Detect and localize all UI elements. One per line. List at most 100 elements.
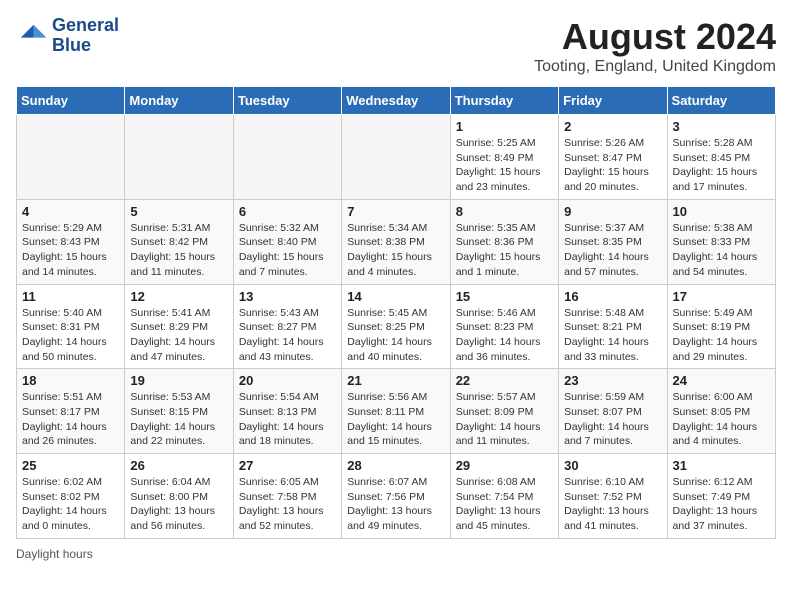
calendar-cell: 2 Sunrise: 5:26 AMSunset: 8:47 PMDaylight…	[559, 115, 667, 200]
calendar-cell: 23 Sunrise: 5:59 AMSunset: 8:07 PMDayligh…	[559, 369, 667, 454]
calendar-cell: 17Sunrise: 5:49 AMSunset: 8:19 PMDayligh…	[667, 284, 775, 369]
calendar-cell: 9Sunrise: 5:37 AMSunset: 8:35 PMDaylight…	[559, 199, 667, 284]
day-info: Sunrise: 5:53 AMSunset: 8:15 PMDaylight:…	[130, 390, 227, 449]
calendar-cell: 20 Sunrise: 5:54 AMSunset: 8:13 PMDayligh…	[233, 369, 341, 454]
page-header: General Blue August 2024 Tooting, Englan…	[16, 16, 776, 76]
day-info: Sunrise: 5:38 AMSunset: 8:33 PMDaylight:…	[673, 221, 770, 280]
day-info: Sunrise: 5:46 AMSunset: 8:23 PMDaylight:…	[456, 306, 553, 365]
day-number: 13	[239, 289, 336, 304]
day-number: 8	[456, 204, 553, 219]
calendar-week-3: 11Sunrise: 5:40 AMSunset: 8:31 PMDayligh…	[17, 284, 776, 369]
calendar-week-4: 18 Sunrise: 5:51 AMSunset: 8:17 PMDayligh…	[17, 369, 776, 454]
day-info: Sunrise: 5:28 AMSunset: 8:45 PMDaylight:…	[673, 136, 770, 195]
day-number: 21	[347, 373, 444, 388]
day-of-week-tuesday: Tuesday	[233, 87, 341, 115]
day-info: Sunrise: 6:08 AMSunset: 7:54 PMDaylight:…	[456, 475, 553, 534]
calendar-cell: 3 Sunrise: 5:28 AMSunset: 8:45 PMDaylight…	[667, 115, 775, 200]
day-number: 22	[456, 373, 553, 388]
day-info: Sunrise: 6:02 AMSunset: 8:02 PMDaylight:…	[22, 475, 119, 534]
calendar-cell	[17, 115, 125, 200]
day-number: 20	[239, 373, 336, 388]
calendar-cell: 18 Sunrise: 5:51 AMSunset: 8:17 PMDayligh…	[17, 369, 125, 454]
day-number: 30	[564, 458, 661, 473]
calendar-cell: 5Sunrise: 5:31 AMSunset: 8:42 PMDaylight…	[125, 199, 233, 284]
day-number: 29	[456, 458, 553, 473]
footer: Daylight hours	[16, 547, 776, 561]
day-number: 17	[673, 289, 770, 304]
calendar-cell: 22 Sunrise: 5:57 AMSunset: 8:09 PMDayligh…	[450, 369, 558, 454]
day-number: 16	[564, 289, 661, 304]
day-number: 27	[239, 458, 336, 473]
day-number: 19	[130, 373, 227, 388]
day-number: 2	[564, 119, 661, 134]
calendar-cell: 15 Sunrise: 5:46 AMSunset: 8:23 PMDayligh…	[450, 284, 558, 369]
footer-text: Daylight hours	[16, 547, 93, 561]
day-info: Sunrise: 5:40 AMSunset: 8:31 PMDaylight:…	[22, 306, 119, 365]
logo-icon	[16, 20, 48, 52]
title-block: August 2024 Tooting, England, United Kin…	[534, 16, 776, 76]
calendar-week-1: 1Sunrise: 5:25 AMSunset: 8:49 PMDaylight…	[17, 115, 776, 200]
calendar-week-2: 4 Sunrise: 5:29 AMSunset: 8:43 PMDaylight…	[17, 199, 776, 284]
day-info: Sunrise: 5:54 AMSunset: 8:13 PMDaylight:…	[239, 390, 336, 449]
day-of-week-monday: Monday	[125, 87, 233, 115]
day-info: Sunrise: 5:29 AMSunset: 8:43 PMDaylight:…	[22, 221, 119, 280]
calendar-cell: 21 Sunrise: 5:56 AMSunset: 8:11 PMDayligh…	[342, 369, 450, 454]
day-info: Sunrise: 6:05 AMSunset: 7:58 PMDaylight:…	[239, 475, 336, 534]
day-number: 9	[564, 204, 661, 219]
day-number: 7	[347, 204, 444, 219]
day-number: 15	[456, 289, 553, 304]
day-number: 28	[347, 458, 444, 473]
calendar-cell: 26 Sunrise: 6:04 AMSunset: 8:00 PMDayligh…	[125, 454, 233, 539]
calendar-cell: 7 Sunrise: 5:34 AMSunset: 8:38 PMDaylight…	[342, 199, 450, 284]
calendar-week-5: 25Sunrise: 6:02 AMSunset: 8:02 PMDayligh…	[17, 454, 776, 539]
calendar-cell: 28 Sunrise: 6:07 AMSunset: 7:56 PMDayligh…	[342, 454, 450, 539]
day-info: Sunrise: 5:41 AMSunset: 8:29 PMDaylight:…	[130, 306, 227, 365]
calendar-cell: 11Sunrise: 5:40 AMSunset: 8:31 PMDayligh…	[17, 284, 125, 369]
calendar-cell: 25Sunrise: 6:02 AMSunset: 8:02 PMDayligh…	[17, 454, 125, 539]
day-info: Sunrise: 5:26 AMSunset: 8:47 PMDaylight:…	[564, 136, 661, 195]
day-of-week-sunday: Sunday	[17, 87, 125, 115]
day-number: 4	[22, 204, 119, 219]
calendar-header-row: SundayMondayTuesdayWednesdayThursdayFrid…	[17, 87, 776, 115]
day-number: 26	[130, 458, 227, 473]
day-info: Sunrise: 6:10 AMSunset: 7:52 PMDaylight:…	[564, 475, 661, 534]
calendar-cell: 1Sunrise: 5:25 AMSunset: 8:49 PMDaylight…	[450, 115, 558, 200]
day-number: 10	[673, 204, 770, 219]
calendar-cell	[342, 115, 450, 200]
day-info: Sunrise: 6:12 AMSunset: 7:49 PMDaylight:…	[673, 475, 770, 534]
day-info: Sunrise: 5:43 AMSunset: 8:27 PMDaylight:…	[239, 306, 336, 365]
day-info: Sunrise: 5:35 AMSunset: 8:36 PMDaylight:…	[456, 221, 553, 280]
day-info: Sunrise: 5:59 AMSunset: 8:07 PMDaylight:…	[564, 390, 661, 449]
calendar-cell: 24Sunrise: 6:00 AMSunset: 8:05 PMDayligh…	[667, 369, 775, 454]
day-info: Sunrise: 6:07 AMSunset: 7:56 PMDaylight:…	[347, 475, 444, 534]
calendar-cell: 8 Sunrise: 5:35 AMSunset: 8:36 PMDaylight…	[450, 199, 558, 284]
location: Tooting, England, United Kingdom	[534, 58, 776, 76]
calendar-cell: 31 Sunrise: 6:12 AMSunset: 7:49 PMDayligh…	[667, 454, 775, 539]
day-number: 31	[673, 458, 770, 473]
day-info: Sunrise: 5:51 AMSunset: 8:17 PMDaylight:…	[22, 390, 119, 449]
calendar-cell: 14 Sunrise: 5:45 AMSunset: 8:25 PMDayligh…	[342, 284, 450, 369]
day-of-week-saturday: Saturday	[667, 87, 775, 115]
day-info: Sunrise: 5:32 AMSunset: 8:40 PMDaylight:…	[239, 221, 336, 280]
day-number: 23	[564, 373, 661, 388]
day-info: Sunrise: 5:34 AMSunset: 8:38 PMDaylight:…	[347, 221, 444, 280]
day-of-week-friday: Friday	[559, 87, 667, 115]
day-info: Sunrise: 5:45 AMSunset: 8:25 PMDaylight:…	[347, 306, 444, 365]
day-number: 3	[673, 119, 770, 134]
logo-text: General Blue	[52, 16, 119, 56]
day-number: 18	[22, 373, 119, 388]
day-info: Sunrise: 5:56 AMSunset: 8:11 PMDaylight:…	[347, 390, 444, 449]
day-info: Sunrise: 5:57 AMSunset: 8:09 PMDaylight:…	[456, 390, 553, 449]
day-number: 5	[130, 204, 227, 219]
logo: General Blue	[16, 16, 119, 56]
calendar-table: SundayMondayTuesdayWednesdayThursdayFrid…	[16, 86, 776, 539]
day-number: 1	[456, 119, 553, 134]
day-number: 14	[347, 289, 444, 304]
calendar-cell: 4 Sunrise: 5:29 AMSunset: 8:43 PMDaylight…	[17, 199, 125, 284]
calendar-cell: 19 Sunrise: 5:53 AMSunset: 8:15 PMDayligh…	[125, 369, 233, 454]
day-info: Sunrise: 6:04 AMSunset: 8:00 PMDaylight:…	[130, 475, 227, 534]
day-info: Sunrise: 5:48 AMSunset: 8:21 PMDaylight:…	[564, 306, 661, 365]
month-year: August 2024	[534, 16, 776, 58]
day-of-week-wednesday: Wednesday	[342, 87, 450, 115]
calendar-cell: 27 Sunrise: 6:05 AMSunset: 7:58 PMDayligh…	[233, 454, 341, 539]
